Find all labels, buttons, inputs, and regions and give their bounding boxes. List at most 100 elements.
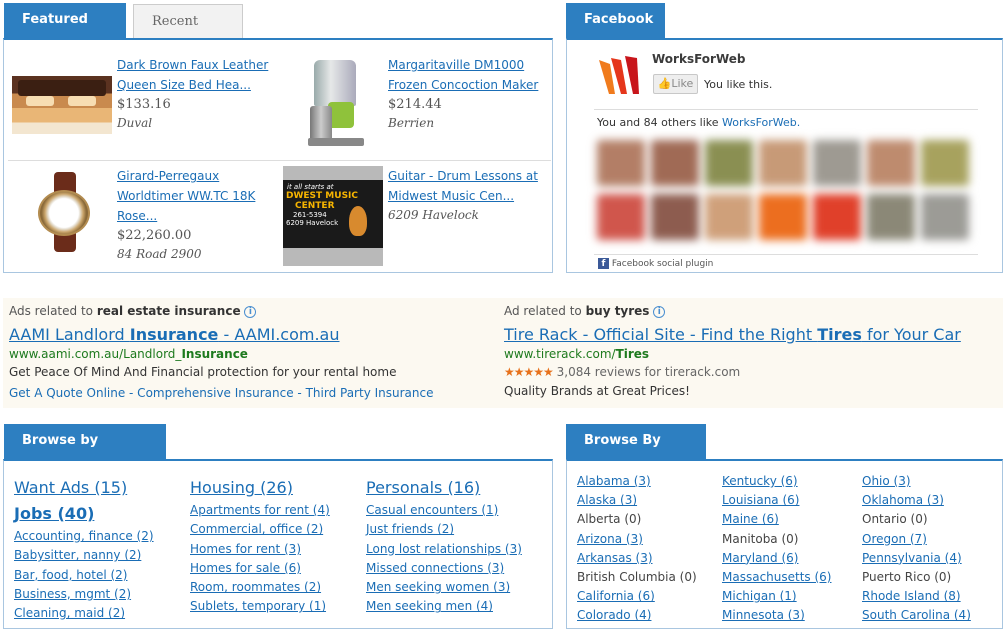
tab-recent-ads[interactable]: Recent Ads [133,4,243,63]
state-link[interactable]: Michigan (1) [722,587,831,606]
state-link[interactable]: Alabama (3) [577,472,697,491]
fan-avatar[interactable] [597,194,645,240]
ad-title-link[interactable]: Margaritaville DM1000 Frozen Concoction M… [388,55,538,95]
category-link[interactable]: Room, roommates (2) [190,578,330,597]
ad-title-link[interactable]: Dark Brown Faux Leather Queen Size Bed He… [117,55,268,95]
info-icon[interactable]: i [653,305,666,318]
fan-avatar[interactable] [597,140,645,186]
state-link[interactable]: California (6) [577,587,697,606]
fan-avatar[interactable] [867,194,915,240]
state-link[interactable]: Pennsylvania (4) [862,549,971,568]
ad-thumb-bed[interactable] [12,76,112,134]
category-heading-link[interactable]: Jobs (40) [14,501,154,527]
sponsored-ad-right: Ad related to buy tyres i Tire Rack - Of… [504,298,961,401]
row-divider [8,160,551,161]
fan-faces-grid [593,136,973,246]
ad-price: $214.44 [388,97,442,112]
ad-location: Duval [117,116,153,130]
state-link[interactable]: Kentucky (6) [722,472,831,491]
state-empty: Manitoba (0) [722,531,799,546]
state-link[interactable]: Alaska (3) [577,491,697,510]
category-heading-link[interactable]: Want Ads (15) [14,475,154,501]
ad-title-link[interactable]: Guitar - Drum Lessons at Midwest Music Ce… [388,166,538,206]
fan-avatar[interactable] [705,140,753,186]
state-link[interactable]: Ohio (3) [862,472,971,491]
tab-facebook[interactable]: Facebook [566,3,665,46]
like-button[interactable]: 👍Like [653,74,698,94]
state-empty: British Columbia (0) [577,570,697,585]
state-link[interactable]: Maryland (6) [722,549,831,568]
ad-thumb-blender[interactable] [300,58,370,148]
category-link[interactable]: Business, mgmt (2) [14,585,154,604]
ad-location: 6209 Havelock [388,208,479,222]
category-link[interactable]: Just friends (2) [366,520,522,539]
category-link[interactable]: Men seeking women (3) [366,578,522,597]
category-link[interactable]: Long lost relationships (3) [366,540,522,559]
fb-divider [594,254,978,255]
fan-avatar[interactable] [759,194,807,240]
state-link[interactable]: Rhode Island (8) [862,587,971,606]
fan-avatar[interactable] [813,194,861,240]
category-link[interactable]: Apartments for rent (4) [190,501,330,520]
category-link[interactable]: Missed connections (3) [366,559,522,578]
category-column: Personals (16) Casual encounters (1) Jus… [366,475,522,617]
fan-avatar[interactable] [921,194,969,240]
facebook-page-name[interactable]: WorksForWeb [652,52,746,66]
worksforweb-logo-icon[interactable] [597,54,647,100]
sponsored-ad-link[interactable]: Tire Rack - Official Site - Find the Rig… [504,324,961,346]
category-link[interactable]: Homes for sale (6) [190,559,330,578]
reviews-link[interactable]: 3,084 reviews [557,365,641,379]
fan-avatar[interactable] [651,140,699,186]
fan-avatar[interactable] [705,194,753,240]
category-heading-link[interactable]: Housing (26) [190,475,330,501]
fan-avatar[interactable] [813,140,861,186]
category-link[interactable]: Homes for rent (3) [190,540,330,559]
sponsored-ad-url: www.tirerack.com/Tires [504,347,650,361]
facebook-panel: WorksForWeb 👍Like You like this. You and… [566,38,1003,273]
category-link[interactable]: Men seeking men (4) [366,597,522,616]
sponsored-ad-description: Quality Brands at Great Prices! [504,384,690,398]
fan-avatar[interactable] [921,140,969,186]
ad-thumb-music-center[interactable]: it all starts at DWEST MUSIC CENTER 261-… [283,166,383,266]
tab-browse-by-state[interactable]: Browse By State [566,424,706,482]
fan-avatar[interactable] [867,140,915,186]
category-link[interactable]: Babysitter, nanny (2) [14,546,154,565]
state-link[interactable]: Minnesota (3) [722,606,831,625]
fans-page-link[interactable]: WorksForWeb. [722,116,800,129]
state-empty: Alberta (0) [577,512,642,527]
fan-avatar[interactable] [651,194,699,240]
tab-browse-by-category[interactable]: Browse by Category [4,424,166,482]
category-link[interactable]: Bar, food, hotel (2) [14,566,154,585]
category-link[interactable]: Sublets, temporary (1) [190,597,330,616]
state-link[interactable]: Colorado (4) [577,606,697,625]
category-link[interactable]: Cleaning, maid (2) [14,604,154,623]
sign-text: CENTER [295,201,335,211]
sponsored-ad-link[interactable]: AAMI Landlord Insurance - AAMI.com.au [9,324,433,346]
ad-location: Berrien [388,116,435,130]
state-link[interactable]: Arkansas (3) [577,549,697,568]
state-link[interactable]: Oregon (7) [862,530,971,549]
blender-jar [314,60,356,106]
state-link[interactable]: Maine (6) [722,510,831,529]
tab-featured-ads[interactable]: Featured Ads [4,3,126,61]
state-link[interactable]: Massachusetts (6) [722,568,831,587]
state-column: Alabama (3) Alaska (3) Alberta (0) Arizo… [577,472,697,626]
category-link[interactable]: Accounting, finance (2) [14,527,154,546]
category-link[interactable]: Commercial, office (2) [190,520,330,539]
sponsored-ads-bar: Ads related to real estate insurance i A… [3,298,1003,408]
sponsored-sitelinks[interactable]: Get A Quote Online - Comprehensive Insur… [9,386,433,400]
state-link[interactable]: South Carolina (4) [862,606,971,625]
ad-thumb-watch[interactable] [34,172,94,252]
state-link[interactable]: Oklahoma (3) [862,491,971,510]
sign-text: DWEST MUSIC [286,191,358,201]
sign-text: 261-5394 [293,211,327,219]
info-icon[interactable]: i [244,305,257,318]
category-link[interactable]: Casual encounters (1) [366,501,522,520]
state-link[interactable]: Arizona (3) [577,530,697,549]
sign-text: 6209 Havelock [286,219,339,227]
fan-avatar[interactable] [759,140,807,186]
ad-title-link[interactable]: Girard-Perregaux Worldtimer WW.TC 18K Rose… [117,166,255,226]
category-heading-link[interactable]: Personals (16) [366,475,522,501]
bed-headboard [18,80,106,96]
state-link[interactable]: Louisiana (6) [722,491,831,510]
